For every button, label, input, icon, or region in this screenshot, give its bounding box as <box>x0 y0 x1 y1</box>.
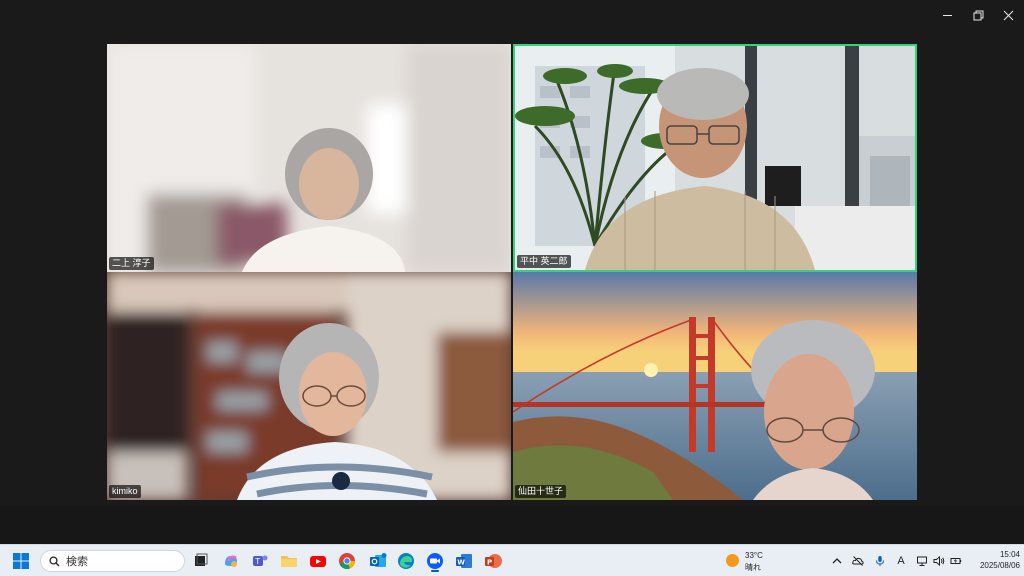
teams-icon: T <box>253 555 268 566</box>
weather-temperature: 33°C <box>745 551 763 560</box>
copilot-button[interactable] <box>219 549 243 573</box>
microphone-status[interactable] <box>872 553 888 569</box>
weather-condition: 晴れ <box>745 563 761 572</box>
network-icon <box>917 556 927 566</box>
word-button[interactable]: W <box>452 549 476 573</box>
task-view-icon <box>195 553 208 566</box>
participant-name: 二上 淳子 <box>109 257 154 270</box>
participant-video <box>107 272 511 500</box>
close-icon <box>1003 10 1013 20</box>
network-status[interactable] <box>914 553 930 569</box>
youtube-icon <box>310 556 326 567</box>
participant-video <box>107 44 511 272</box>
svg-text:W: W <box>457 559 465 567</box>
participant-name: 仙田十世子 <box>515 485 567 498</box>
microphone-icon <box>876 556 884 566</box>
youtube-button[interactable] <box>306 549 330 573</box>
meeting-control-area <box>0 506 1024 544</box>
zoom-icon <box>427 553 443 569</box>
outlook-icon <box>370 553 387 567</box>
participant-video <box>515 46 915 270</box>
restore-icon <box>973 10 983 20</box>
start-button[interactable] <box>9 549 33 573</box>
clock-time: 15:04 <box>999 550 1020 559</box>
speaker-icon <box>933 555 945 567</box>
minimize-button[interactable] <box>931 0 963 30</box>
battery-charging-icon <box>950 558 962 564</box>
participant-video <box>513 272 917 500</box>
weather-widget[interactable]: 33°C 晴れ <box>726 548 786 574</box>
cloud-offline-icon <box>852 556 864 566</box>
svg-text:P: P <box>487 559 492 567</box>
input-language-indicator[interactable]: A <box>893 553 909 569</box>
minimize-icon <box>942 14 952 16</box>
meeting-window: 二上 淳子 平中 英二郎 kimiko 仙田十世子 <box>0 0 1024 544</box>
battery-status[interactable] <box>948 553 964 569</box>
folder-icon <box>281 556 297 567</box>
system-clock[interactable]: 15:04 2025/08/06 <box>968 549 1020 572</box>
word-icon: W <box>456 554 472 568</box>
video-tile-2[interactable]: 平中 英二郎 <box>513 44 917 272</box>
clock-date: 2025/08/06 <box>979 561 1020 570</box>
copilot-icon <box>225 555 237 567</box>
zoom-button[interactable] <box>423 549 447 573</box>
restore-button[interactable] <box>962 0 994 30</box>
show-hidden-icons-button[interactable] <box>829 553 845 569</box>
teams-button[interactable]: T <box>248 549 272 573</box>
svg-text:T: T <box>254 557 260 566</box>
chrome-button[interactable] <box>335 549 359 573</box>
onedrive-status[interactable] <box>850 553 866 569</box>
participant-name: 平中 英二郎 <box>517 255 571 268</box>
volume-status[interactable] <box>931 553 947 569</box>
powerpoint-icon: P <box>485 554 502 568</box>
search-icon <box>49 555 60 566</box>
taskbar: 検索 T W P 33°C 晴れ A 15:04 2025/08/06 <box>0 544 1024 576</box>
video-tile-1[interactable]: 二上 淳子 <box>107 44 511 272</box>
participant-name: kimiko <box>109 485 141 498</box>
video-tile-4[interactable]: 仙田十世子 <box>513 272 917 500</box>
outlook-button[interactable] <box>366 549 390 573</box>
file-explorer-button[interactable] <box>277 549 301 573</box>
close-button[interactable] <box>992 0 1024 30</box>
sunny-weather-icon <box>726 554 739 567</box>
chevron-up-icon <box>832 558 842 564</box>
powerpoint-button[interactable]: P <box>481 549 505 573</box>
task-view-button[interactable] <box>189 549 213 573</box>
edge-button[interactable] <box>394 549 418 573</box>
edge-icon <box>398 553 414 569</box>
video-tile-3[interactable]: kimiko <box>107 272 511 500</box>
title-bar <box>0 0 1024 30</box>
windows-logo-icon <box>13 553 29 569</box>
active-app-indicator <box>431 570 439 572</box>
chrome-icon <box>339 553 355 570</box>
search-placeholder: 検索 <box>66 556 88 568</box>
taskbar-search[interactable]: 検索 <box>40 550 185 572</box>
